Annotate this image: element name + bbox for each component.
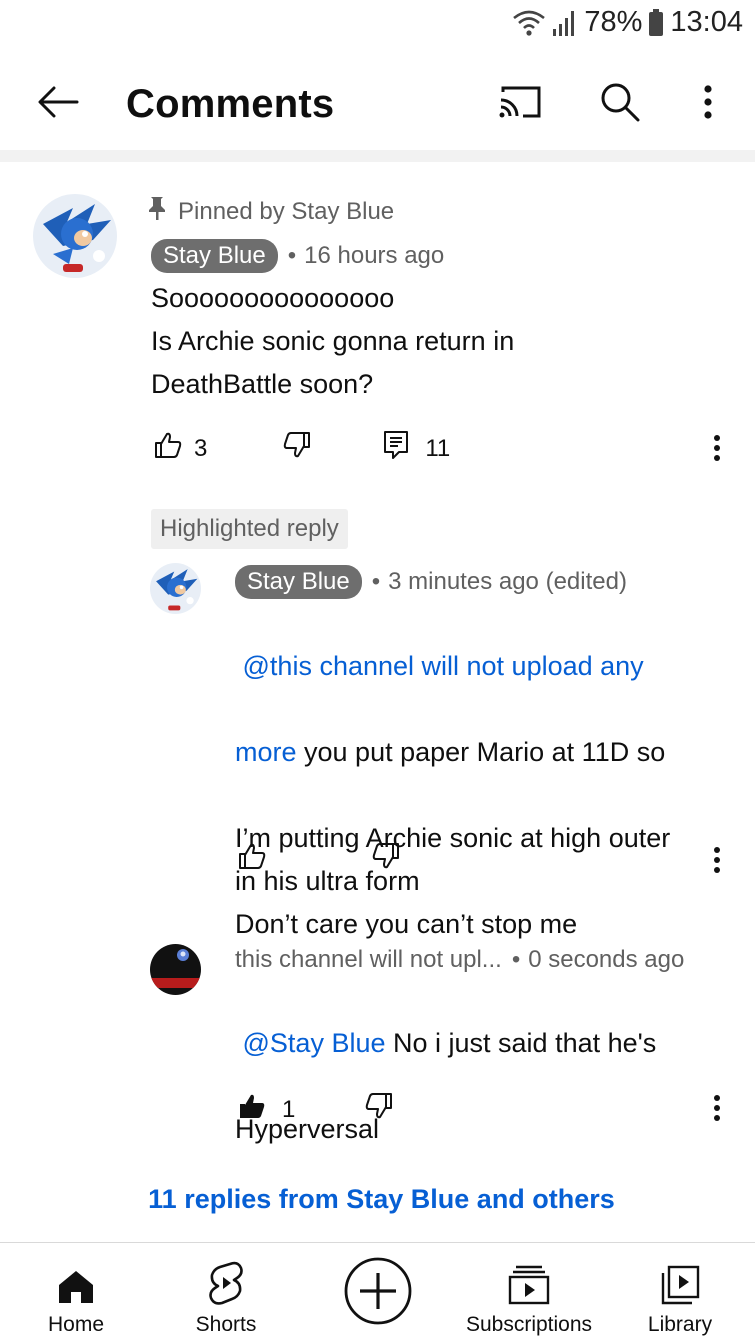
- nav-subscriptions[interactable]: Subscriptions: [463, 1243, 595, 1342]
- avatar[interactable]: [150, 944, 201, 995]
- mention-link[interactable]: @this channel will not upload any: [243, 651, 644, 681]
- more-vert-icon: [713, 1094, 721, 1127]
- reply-line: @this channel will not upload any: [235, 645, 730, 688]
- header-divider: [0, 150, 755, 162]
- author-chip[interactable]: Stay Blue: [151, 239, 278, 273]
- shorts-icon: [208, 1243, 244, 1305]
- comment-more-button[interactable]: [702, 430, 732, 470]
- nav-home-label: Home: [47, 1313, 105, 1336]
- more-vert-icon: [703, 84, 713, 125]
- reply-count: 11: [425, 434, 451, 462]
- wifi-icon: [512, 8, 546, 38]
- nav-shorts[interactable]: Shorts: [190, 1243, 262, 1342]
- page-title: Comments: [126, 82, 335, 126]
- like-button[interactable]: 3: [154, 431, 207, 466]
- like-count: 1: [282, 1095, 296, 1123]
- more-vert-icon: [713, 434, 721, 467]
- reply-meta: Stay Blue • 3 minutes ago (edited): [235, 565, 627, 599]
- reply-author[interactable]: this channel will not upl...: [235, 946, 502, 974]
- meta-separator: •: [371, 568, 381, 595]
- comment-meta: Stay Blue • 16 hours ago: [151, 239, 444, 273]
- search-button[interactable]: [592, 78, 648, 130]
- home-icon: [57, 1243, 95, 1305]
- thumb-down-icon: [372, 842, 400, 877]
- nav-create[interactable]: [342, 1243, 414, 1342]
- like-button[interactable]: [238, 842, 266, 877]
- reply-text: @this channel will not upload any more y…: [235, 602, 730, 989]
- nav-library-label: Library: [647, 1313, 713, 1336]
- reply-actions: 1: [238, 1092, 393, 1127]
- comment-text: Sooooooooooooooo Is Archie sonic gonna r…: [151, 283, 515, 399]
- reply-line: more you put paper Mario at 11D so: [235, 731, 730, 774]
- back-arrow-icon: [37, 86, 79, 123]
- reply-text-part: you put paper Mario at 11D so: [296, 737, 666, 767]
- nav-subscriptions-label: Subscriptions: [465, 1313, 593, 1336]
- reply-line: @Stay Blue No i just said that he's: [235, 1022, 730, 1065]
- battery-icon: [648, 8, 664, 37]
- thumb-down-icon: [283, 431, 311, 466]
- back-button[interactable]: [30, 80, 86, 128]
- reply-time: 0 seconds ago: [528, 946, 685, 973]
- thumb-up-icon: [238, 842, 266, 877]
- more-options-button[interactable]: [680, 78, 736, 130]
- reply-meta: this channel will not upl... • 0 seconds…: [235, 946, 684, 974]
- reply-icon: [383, 430, 409, 467]
- reply-text: @Stay Blue No i just said that he's Hype…: [235, 979, 730, 1194]
- more-replies-link[interactable]: 11 replies from Stay Blue and others: [0, 1184, 755, 1215]
- nav-library[interactable]: Library: [644, 1243, 716, 1342]
- library-icon: [660, 1243, 700, 1305]
- cast-icon: [497, 84, 543, 125]
- meta-separator: •: [287, 242, 297, 269]
- avatar[interactable]: [33, 194, 117, 278]
- thumb-down-icon: [365, 1092, 393, 1127]
- pin-icon: [148, 195, 166, 228]
- app-bar: Comments: [0, 60, 755, 150]
- comment-time: 16 hours ago: [304, 242, 445, 269]
- comment-actions: 3 11: [154, 430, 450, 467]
- bottom-nav: Home Shorts Subscriptions Library: [0, 1242, 755, 1342]
- search-icon: [599, 81, 641, 128]
- mention-link[interactable]: @Stay Blue: [243, 1028, 386, 1058]
- reply-text-rest: I’m putting Archie sonic at high outer i…: [235, 823, 671, 939]
- nav-home[interactable]: Home: [40, 1243, 112, 1342]
- author-chip[interactable]: Stay Blue: [235, 565, 362, 599]
- status-bar: 78% 13:04: [0, 0, 755, 52]
- reply-text-part: No i just said that he's: [385, 1028, 657, 1058]
- like-count: 3: [194, 434, 208, 462]
- more-vert-icon: [713, 846, 721, 879]
- signal-icon: [552, 9, 578, 37]
- pinned-label: Pinned by Stay Blue: [148, 195, 394, 228]
- reply-button[interactable]: 11: [383, 430, 450, 467]
- thumb-up-filled-icon: [238, 1092, 266, 1127]
- subscriptions-icon: [508, 1243, 550, 1305]
- meta-separator: •: [511, 946, 521, 973]
- like-button[interactable]: 1: [238, 1092, 295, 1127]
- pinned-label-text: Pinned by Stay Blue: [178, 197, 395, 225]
- dislike-button[interactable]: [372, 842, 400, 877]
- thumb-up-icon: [154, 431, 182, 466]
- status-indicators: 78% 13:04: [512, 6, 743, 39]
- avatar[interactable]: [150, 563, 201, 614]
- highlighted-reply-label: Highlighted reply: [151, 509, 348, 549]
- reply-actions: [238, 842, 400, 877]
- reply-more-button[interactable]: [702, 842, 732, 882]
- reply-time: 3 minutes ago (edited): [388, 568, 627, 595]
- create-icon: [343, 1243, 413, 1339]
- nav-shorts-label: Shorts: [195, 1313, 257, 1336]
- mention-link[interactable]: more: [235, 737, 297, 767]
- cast-button[interactable]: [492, 78, 548, 130]
- dislike-button[interactable]: [283, 431, 311, 466]
- clock: 13:04: [670, 6, 743, 38]
- battery-percent: 78%: [584, 6, 643, 38]
- dislike-button[interactable]: [365, 1092, 393, 1127]
- reply-more-button[interactable]: [702, 1090, 732, 1130]
